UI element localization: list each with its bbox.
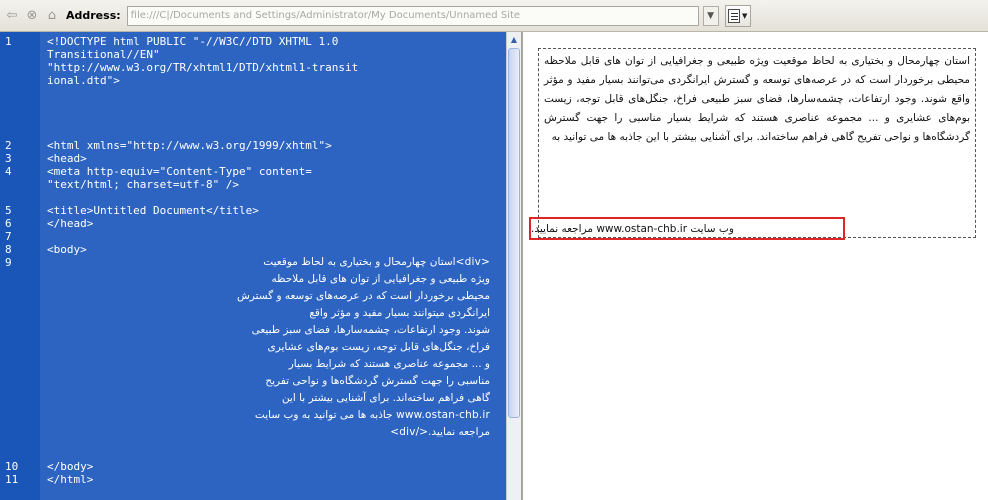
code-line-rtl: <div>استان چهارمحال و بختیاری به لحاظ مو… <box>263 256 490 268</box>
code-line: Transitional//EN" <box>47 48 160 61</box>
code-line: ional.dtd"> <box>47 74 120 87</box>
code-line-rtl: مناسبی را جهت گسترش گردشگاه‌ها و نواحی ت… <box>265 375 490 387</box>
code-line: "http://www.w3.org/TR/xhtml1/DTD/xhtml1-… <box>47 61 359 74</box>
line-number: 3 <box>5 152 12 165</box>
code-view[interactable]: 1 2 3 4 5 6 7 8 9 10 11 <!DOCTYPE html P… <box>0 32 523 500</box>
code-editor[interactable]: <!DOCTYPE html PUBLIC "-//W3C//DTD XHTML… <box>40 32 506 500</box>
line-number: 9 <box>5 256 12 269</box>
code-line: </html> <box>47 473 94 486</box>
line-number: 4 <box>5 165 12 178</box>
code-line: "text/html; charset=utf-8" /> <box>47 178 240 191</box>
line-number-gutter: 1 2 3 4 5 6 7 8 9 10 11 <box>0 32 40 500</box>
code-line: <body> <box>47 243 87 256</box>
address-input[interactable]: file:///C|/Documents and Settings/Admini… <box>126 5 699 26</box>
code-line: <html xmlns="http://www.w3.org/1999/xhtm… <box>47 139 332 152</box>
address-dropdown-button[interactable]: ▼ <box>702 5 719 26</box>
address-label: Address: <box>66 9 121 22</box>
code-line: <meta http-equiv="Content-Type" content= <box>47 165 312 178</box>
code-line-rtl: گاهی فراهم ساخته‌اند. برای آشنایی بیشتر … <box>281 392 490 404</box>
line-number: 2 <box>5 139 12 152</box>
chevron-down-icon: ▼ <box>707 10 715 21</box>
address-toolbar: ⇦ ⊗ ⌂ Address: file:///C|/Documents and … <box>0 0 988 32</box>
code-line-rtl: www.ostan-chb.ir جاذبه ها می توانید به و… <box>254 409 490 421</box>
view-options-button[interactable]: ▼ <box>724 4 751 27</box>
home-icon[interactable]: ⌂ <box>44 8 60 24</box>
line-number: 10 <box>5 460 19 473</box>
code-line-rtl: مراجعه نمایید.</div> <box>390 426 490 438</box>
code-line: <!DOCTYPE html PUBLIC "-//W3C//DTD XHTML… <box>47 35 339 48</box>
code-line-rtl: شوند. وجود ارتفاعات، چشمه‌سارها، فضای سب… <box>251 324 490 336</box>
div-container[interactable]: استان چهارمحال و بختیاری به لحاظ موقعیت … <box>538 48 976 238</box>
code-line-rtl: ویژه طبیعی و جغرافیایی از توان های قابل … <box>271 273 490 285</box>
code-line-rtl: و ... مجموعه عناصری هستند که شرایط بسیار <box>288 358 490 370</box>
code-line: </body> <box>47 460 94 473</box>
line-number: 1 <box>5 35 12 48</box>
line-number: 7 <box>5 230 12 243</box>
code-line: <title>Untitled Document</title> <box>47 204 259 217</box>
document-icon <box>727 8 740 23</box>
design-view[interactable]: استان چهارمحال و بختیاری به لحاظ موقعیت … <box>525 32 988 500</box>
code-line: <head> <box>47 152 87 165</box>
preview-paragraph: استان چهارمحال و بختیاری به لحاظ موقعیت … <box>544 55 970 143</box>
line-number: 5 <box>5 204 12 217</box>
code-line-rtl: محیطی برخوردار است که در عرصه‌های توسعه … <box>236 290 490 302</box>
line-number: 11 <box>5 473 19 486</box>
line-number: 6 <box>5 217 12 230</box>
scroll-up-icon[interactable]: ▲ <box>507 32 521 46</box>
caret-down-icon: ▼ <box>741 11 748 20</box>
code-vertical-scrollbar[interactable]: ▲ <box>506 32 521 500</box>
code-line-rtl: ایرانگردی میتوانند بسیار مفید و مؤثر واق… <box>309 307 490 319</box>
back-arrow-icon[interactable]: ⇦ <box>4 8 20 24</box>
code-line-rtl: فراخ، جنگل‌های قابل توجه، زیست بوم‌های ع… <box>267 341 490 353</box>
scrollbar-thumb[interactable] <box>508 48 520 418</box>
line-number: 8 <box>5 243 12 256</box>
code-line: </head> <box>47 217 94 230</box>
highlighted-link-text: وب سایت www.ostan-chb.ir مراجعه نمایید. <box>529 217 845 240</box>
stop-icon[interactable]: ⊗ <box>24 8 40 24</box>
